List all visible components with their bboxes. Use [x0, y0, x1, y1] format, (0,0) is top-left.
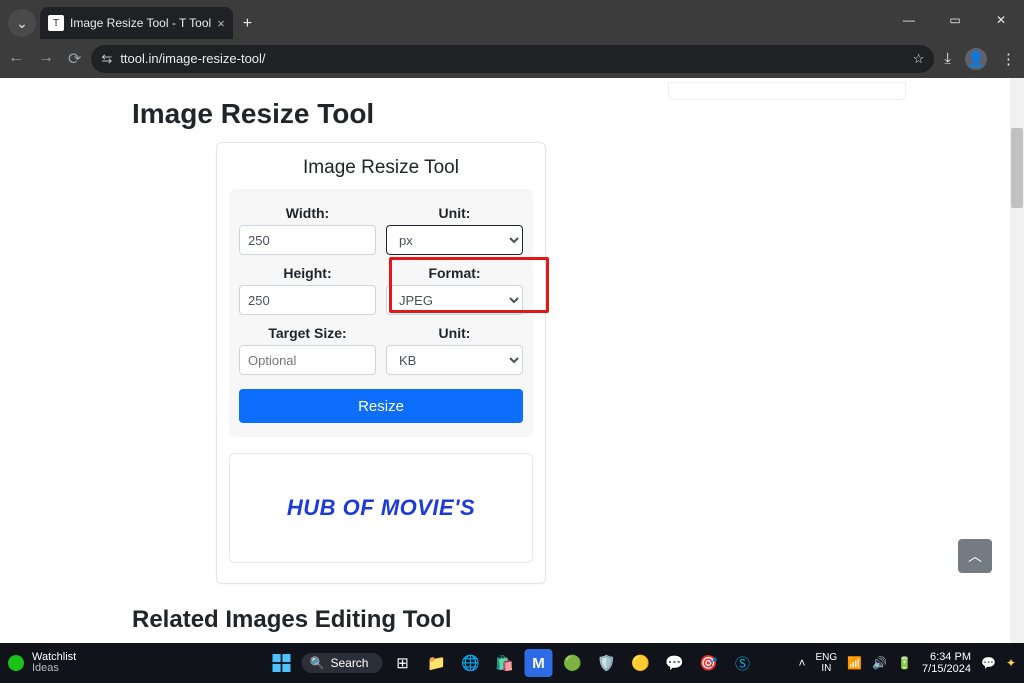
back-button[interactable]: ← [8, 49, 24, 69]
edge-icon[interactable]: 🌐 [456, 649, 484, 677]
page-viewport: Image Resize Tool Image Resize Tool Widt… [0, 78, 1024, 643]
wifi-icon[interactable]: 📶 [847, 656, 862, 670]
new-tab-button[interactable]: + [243, 15, 252, 33]
target-size-input[interactable] [239, 345, 376, 375]
height-input[interactable] [239, 285, 376, 315]
taskbar-clock[interactable]: 6:34 PM 7/15/2024 [922, 651, 971, 675]
tray-overflow-icon[interactable]: ˄ [799, 656, 806, 670]
ad-banner[interactable]: HUB OF MOVIE'S [229, 453, 533, 563]
forward-button[interactable]: → [38, 49, 54, 69]
clock-time: 6:34 PM [930, 651, 971, 663]
format-select[interactable]: JPEG [386, 285, 523, 315]
site-info-icon[interactable]: ⇆ [101, 51, 112, 67]
card-title: Image Resize Tool [217, 157, 545, 179]
whatsapp-icon[interactable]: 💬 [660, 649, 688, 677]
target-size-label: Target Size: [239, 325, 376, 341]
minimize-button[interactable]: — [886, 0, 932, 39]
ad-text: HUB OF MOVIE'S [287, 495, 475, 521]
url-text: ttool.in/image-resize-tool/ [120, 51, 265, 66]
app-icon-2[interactable]: 🛡️ [592, 649, 620, 677]
taskbar-system-tray: ˄ ENG IN 📶 🔊 🔋 6:34 PM 7/15/2024 💬 ✦ [799, 651, 1024, 675]
taskbar-widgets[interactable]: Watchlist Ideas [0, 652, 76, 674]
height-label: Height: [239, 265, 376, 281]
close-window-button[interactable]: ✕ [978, 0, 1024, 39]
search-label: Search [330, 656, 368, 670]
browser-titlebar: ⌄ T Image Resize Tool - T Tool × + — ▭ ✕ [0, 0, 1024, 39]
unit1-label: Unit: [386, 205, 523, 221]
page-title: Image Resize Tool [132, 98, 650, 130]
chevron-up-icon: ︿ [968, 546, 982, 566]
width-input[interactable] [239, 225, 376, 255]
tab-search-button[interactable]: ⌄ [8, 9, 36, 37]
copilot-icon[interactable]: ✦ [1006, 656, 1016, 670]
bookmark-star-icon[interactable]: ☆ [913, 51, 925, 67]
widget-icon [8, 655, 24, 671]
search-icon: 🔍 [310, 656, 325, 670]
store-icon[interactable]: 🛍️ [490, 649, 518, 677]
app-icon-1[interactable]: M [524, 649, 552, 677]
taskbar-search[interactable]: 🔍 Search [302, 653, 383, 673]
scroll-to-top-button[interactable]: ︿ [958, 539, 992, 573]
scrollbar-thumb[interactable] [1011, 128, 1023, 208]
tab-title: Image Resize Tool - T Tool [70, 16, 211, 30]
battery-icon[interactable]: 🔋 [897, 656, 912, 670]
page-scrollbar[interactable] [1010, 78, 1024, 643]
explorer-icon[interactable]: 📁 [422, 649, 450, 677]
downloads-icon[interactable]: ⤓ [944, 50, 951, 67]
chevron-down-icon: ⌄ [16, 15, 28, 32]
content-column: Image Resize Tool Image Resize Tool Widt… [130, 98, 650, 634]
browser-toolbar: ← → ⟳ ⇆ ttool.in/image-resize-tool/ ☆ ⤓ … [0, 39, 1024, 78]
browser-menu-icon[interactable]: ⋮ [1001, 50, 1016, 68]
chrome-icon[interactable]: 🟢 [558, 649, 586, 677]
task-view-button[interactable]: ⊞ [388, 649, 416, 677]
windows-taskbar: Watchlist Ideas 🔍 Search ⊞ 📁 🌐 🛍️ M 🟢 🛡️… [0, 643, 1024, 683]
address-bar[interactable]: ⇆ ttool.in/image-resize-tool/ ☆ [91, 45, 934, 73]
browser-tab[interactable]: T Image Resize Tool - T Tool × [40, 7, 233, 39]
skype-icon[interactable]: Ⓢ [728, 649, 756, 677]
maximize-button[interactable]: ▭ [932, 0, 978, 39]
language-indicator[interactable]: ENG IN [816, 652, 838, 674]
window-controls: — ▭ ✕ [886, 0, 1024, 39]
format-label: Format: [386, 265, 523, 281]
taskbar-center: 🔍 Search ⊞ 📁 🌐 🛍️ M 🟢 🛡️ 🟡 💬 🎯 Ⓢ [268, 649, 757, 677]
sidebar-card [668, 82, 906, 100]
tool-card: Image Resize Tool Width: Unit: px [216, 142, 546, 584]
clock-date: 7/15/2024 [922, 663, 971, 675]
reload-button[interactable]: ⟳ [68, 49, 81, 69]
unit1-select[interactable]: px [386, 225, 523, 255]
app-icon-3[interactable]: 🟡 [626, 649, 654, 677]
resize-button[interactable]: Resize [239, 389, 523, 423]
related-heading: Related Images Editing Tool [132, 606, 650, 634]
width-label: Width: [239, 205, 376, 221]
favicon-icon: T [48, 15, 64, 31]
volume-icon[interactable]: 🔊 [872, 656, 887, 670]
unit2-label: Unit: [386, 325, 523, 341]
start-button[interactable] [268, 649, 296, 677]
profile-avatar[interactable]: 👤 [965, 48, 987, 70]
notifications-icon[interactable]: 💬 [981, 656, 996, 670]
unit2-select[interactable]: KB [386, 345, 523, 375]
app-icon-4[interactable]: 🎯 [694, 649, 722, 677]
resize-form: Width: Unit: px Height: [229, 189, 533, 437]
widget-sub: Ideas [32, 663, 76, 674]
close-tab-button[interactable]: × [217, 16, 225, 31]
